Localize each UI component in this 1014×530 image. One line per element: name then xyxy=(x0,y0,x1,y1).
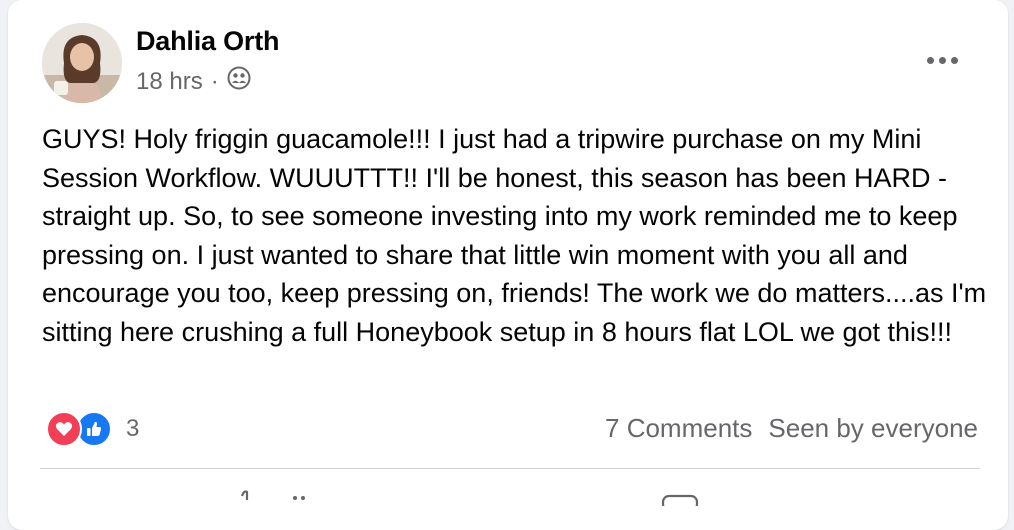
meta-separator: · xyxy=(210,67,219,95)
avatar-photo xyxy=(42,23,122,103)
seen-by-text[interactable]: Seen by everyone xyxy=(768,413,978,444)
friends-audience-icon[interactable] xyxy=(227,66,251,97)
post-meta: 18 hrs · xyxy=(136,66,251,97)
action-bar xyxy=(8,486,1008,512)
more-options-icon[interactable] xyxy=(920,46,964,74)
post-card: Dahlia Orth 18 hrs · GUYS! Holy friggin … xyxy=(8,0,1008,530)
post-text: GUYS! Holy friggin guacamole!!! I just h… xyxy=(42,124,987,347)
reactions-summary[interactable]: 3 xyxy=(46,410,139,448)
like-action-icon xyxy=(240,490,249,500)
comment-action-icon xyxy=(661,494,699,512)
comments-count-link[interactable]: 7 Comments xyxy=(605,413,752,444)
divider xyxy=(40,468,980,469)
love-reaction-icon xyxy=(46,411,82,447)
post-time[interactable]: 18 hrs xyxy=(136,68,203,96)
reaction-count: 3 xyxy=(126,415,140,442)
avatar[interactable] xyxy=(42,23,122,103)
author-name[interactable]: Dahlia Orth xyxy=(136,26,280,57)
post-stats: 7 Comments Seen by everyone xyxy=(605,413,978,444)
